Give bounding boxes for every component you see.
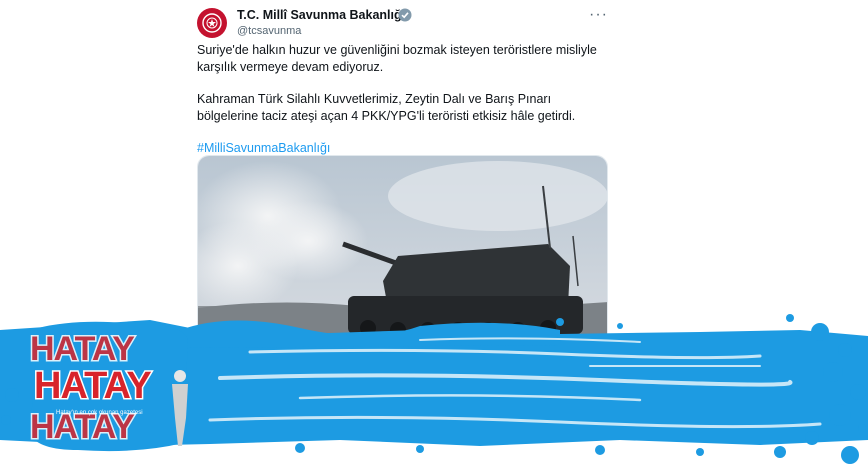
tweet-header: T.C. Millî Savunma Bakanlığı @tcsavunma … [197, 6, 608, 40]
more-options-icon[interactable]: ··· [589, 6, 608, 24]
tweet-card[interactable]: T.C. Millî Savunma Bakanlığı @tcsavunma … [185, 0, 620, 345]
account-handle[interactable]: @tcsavunma [237, 25, 301, 37]
tweet-media-image[interactable] [197, 155, 608, 345]
ministry-emblem-icon[interactable] [197, 8, 227, 38]
hatay-tagline: Hatay'ın en çok okunan gazetesi [56, 410, 143, 416]
tweet-text: Suriye'de halkın huzur ve güvenliğini bo… [197, 42, 607, 172]
self-propelled-howitzer-photo [198, 156, 607, 345]
tweet-paragraph-2: Kahraman Türk Silahlı Kuvvetlerimiz, Zey… [197, 92, 576, 123]
verified-badge-icon [398, 8, 412, 22]
svg-text:HATAY: HATAY [30, 330, 135, 368]
hatay-logo-text: HATAY [34, 365, 151, 407]
tweet-paragraph-1: Suriye'de halkın huzur ve güvenliğini bo… [197, 43, 597, 74]
hatay-logo-watermark: HATAY HATAY HATAY Hatay'ın en çok okunan… [29, 321, 188, 452]
account-name[interactable]: T.C. Millî Savunma Bakanlığı [237, 8, 405, 22]
